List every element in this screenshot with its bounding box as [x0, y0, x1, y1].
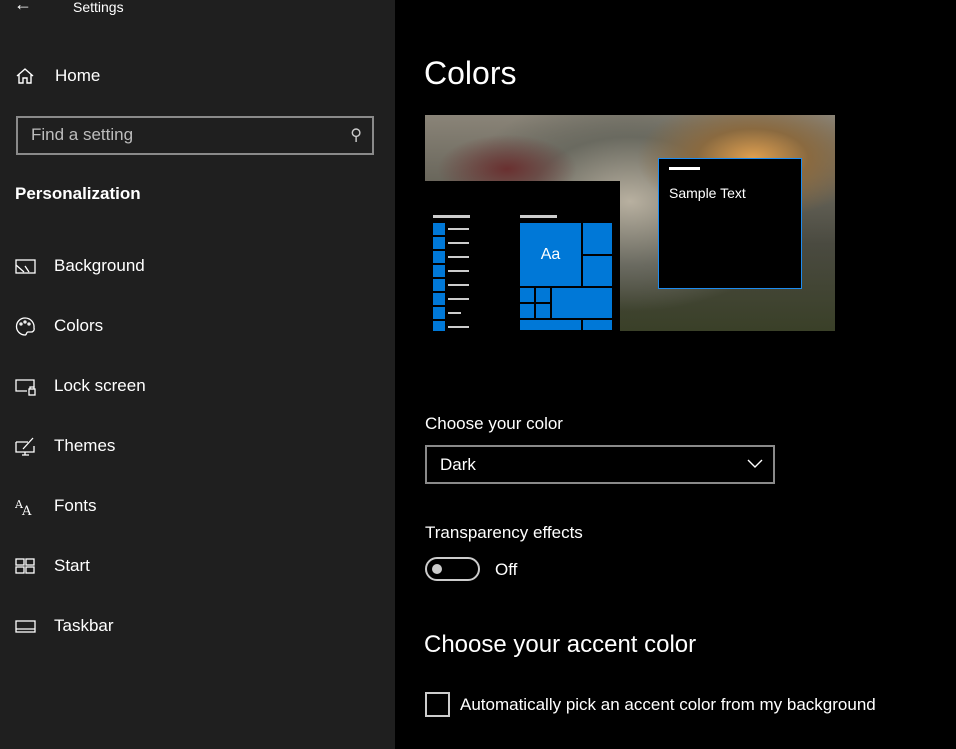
accent-heading: Choose your accent color [424, 631, 697, 658]
toggle-knob [432, 564, 442, 574]
sample-text: Sample Text [669, 185, 746, 201]
nav-label: Taskbar [54, 616, 114, 635]
home-icon [16, 68, 34, 84]
search-input[interactable]: Find a setting ⚲ [16, 116, 374, 155]
sidebar-item-background[interactable]: Background [0, 246, 395, 286]
page-title: Colors [424, 55, 517, 91]
start-menu-preview: Aa [425, 181, 620, 331]
choose-color-label: Choose your color [425, 414, 563, 433]
search-icon: ⚲ [350, 127, 362, 144]
sidebar-item-fonts[interactable]: AA Fonts [0, 486, 395, 526]
window-title: Settings [73, 0, 124, 15]
theme-preview: Aa Sample Text [425, 115, 835, 331]
sidebar-item-themes[interactable]: Themes [0, 426, 395, 466]
start-icon [15, 557, 35, 574]
sidebar-item-colors[interactable]: Colors [0, 306, 395, 346]
taskbar-icon [15, 619, 36, 633]
nav-label: Colors [54, 316, 104, 335]
back-arrow-icon[interactable]: ← [14, 0, 32, 15]
chevron-down-icon [747, 459, 763, 468]
fonts-icon: AA [15, 498, 32, 517]
themes-icon [15, 437, 35, 456]
nav-label: Lock screen [54, 376, 146, 395]
nav-label: Themes [54, 436, 116, 455]
lock-screen-icon [15, 378, 36, 396]
sidebar-item-start[interactable]: Start [0, 546, 395, 586]
choose-color-dropdown[interactable]: Dark [425, 445, 775, 484]
home-label: Home [55, 66, 101, 85]
nav-label: Start [54, 556, 90, 575]
nav-label: Background [54, 256, 145, 275]
transparency-label: Transparency effects [425, 523, 583, 542]
sidebar-item-lock-screen[interactable]: Lock screen [0, 366, 395, 406]
transparency-state: Off [495, 560, 518, 579]
search-placeholder: Find a setting [31, 125, 134, 144]
home-link[interactable]: Home [15, 66, 100, 86]
section-heading: Personalization [15, 184, 141, 203]
transparency-toggle[interactable] [425, 557, 480, 581]
sidebar-item-taskbar[interactable]: Taskbar [0, 606, 395, 646]
dropdown-value: Dark [440, 455, 476, 474]
sidebar: ← Settings Home Find a setting ⚲ Persona… [0, 0, 395, 749]
palette-icon [15, 316, 35, 336]
auto-accent-checkbox[interactable] [425, 692, 450, 717]
svg-text:A: A [21, 504, 32, 517]
nav-label: Fonts [54, 496, 97, 515]
auto-accent-label[interactable]: Automatically pick an accent color from … [460, 695, 876, 715]
preview-tile: Aa [520, 223, 581, 286]
window-preview: Sample Text [658, 158, 802, 289]
picture-icon [15, 258, 36, 274]
